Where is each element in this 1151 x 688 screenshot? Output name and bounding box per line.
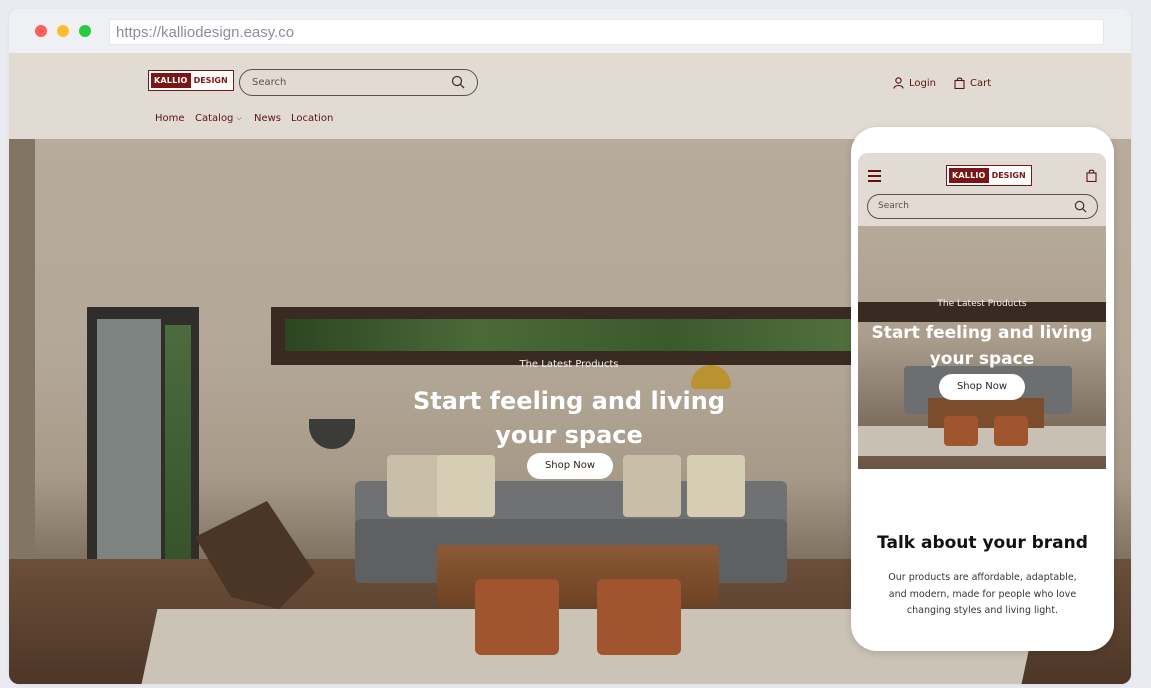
cart-link[interactable]: Cart (954, 77, 991, 89)
mobile-header: KALLIO DESIGN Search (858, 153, 1106, 226)
search-icon[interactable] (451, 75, 465, 89)
mobile-search-input[interactable]: Search (867, 194, 1098, 219)
mobile-hero-eyebrow: The Latest Products (937, 299, 1027, 309)
hero-door-glass (97, 319, 161, 572)
page-viewport: KALLIO DESIGN Search Home Catalog ⌵ News … (9, 53, 1131, 684)
nav-item-home[interactable]: Home (155, 113, 185, 124)
mobile-preview: KALLIO DESIGN Search The Latest Products… (851, 127, 1114, 651)
mobile-hero-rug (858, 426, 1106, 456)
brand-section-title: Talk about your brand (877, 533, 1088, 553)
mobile-hero-pouf (944, 416, 978, 446)
mobile-search-placeholder: Search (878, 201, 909, 211)
search-input[interactable]: Search (239, 69, 478, 96)
hero-eyebrow: The Latest Products (519, 359, 619, 370)
mobile-hero-title: Start feeling and living your space (871, 323, 1093, 369)
nav-item-news[interactable]: News (254, 113, 281, 124)
menu-icon[interactable] (868, 170, 881, 182)
logo-text-design: DESIGN (193, 76, 228, 85)
minimize-window-button[interactable] (57, 25, 69, 37)
login-label: Login (909, 77, 936, 89)
logo-text-kallio: KALLIO (949, 168, 989, 183)
mobile-hero-pouf (994, 416, 1028, 446)
bag-icon[interactable] (1086, 169, 1097, 182)
maximize-window-button[interactable] (79, 25, 91, 37)
shop-now-button[interactable]: Shop Now (527, 453, 613, 479)
logo-text-design: DESIGN (991, 171, 1026, 180)
login-link[interactable]: Login (893, 77, 936, 89)
cart-label: Cart (970, 77, 992, 89)
brand-section-text: Our products are affordable, adaptable, … (888, 572, 1077, 616)
site-logo[interactable]: KALLIO DESIGN (148, 70, 234, 91)
close-window-button[interactable] (35, 25, 47, 37)
hero-pouf (475, 579, 559, 655)
address-bar[interactable]: https://kalliodesign.easy.co (109, 19, 1104, 45)
user-icon (893, 77, 904, 89)
hero-pillow (437, 455, 495, 517)
hero-door-greenery (165, 325, 191, 572)
hero-title: Start feeling and living your space (412, 387, 726, 449)
search-icon[interactable] (1074, 200, 1087, 213)
nav-item-catalog-label: Catalog (195, 113, 234, 124)
search-placeholder: Search (252, 77, 287, 88)
hero-pillow (623, 455, 681, 517)
chevron-down-icon: ⌵ (236, 114, 242, 122)
mobile-hero-banner: The Latest Products Start feeling and li… (858, 226, 1106, 469)
mobile-shop-now-button[interactable]: Shop Now (939, 374, 1025, 400)
logo-text-kallio: KALLIO (151, 73, 191, 88)
nav-item-location[interactable]: Location (291, 113, 333, 124)
nav-item-catalog[interactable]: Catalog ⌵ (195, 113, 242, 124)
hero-wall-shading (9, 139, 35, 559)
mobile-site-logo[interactable]: KALLIO DESIGN (946, 165, 1032, 186)
hero-pillow (687, 455, 745, 517)
hero-window-greenery (285, 319, 861, 351)
browser-window: https://kalliodesign.easy.co KALLIO DESI… (9, 9, 1131, 684)
hero-wall-planter (309, 419, 355, 449)
browser-titlebar: https://kalliodesign.easy.co (9, 9, 1131, 53)
bag-icon (954, 77, 965, 89)
hero-pouf (597, 579, 681, 655)
